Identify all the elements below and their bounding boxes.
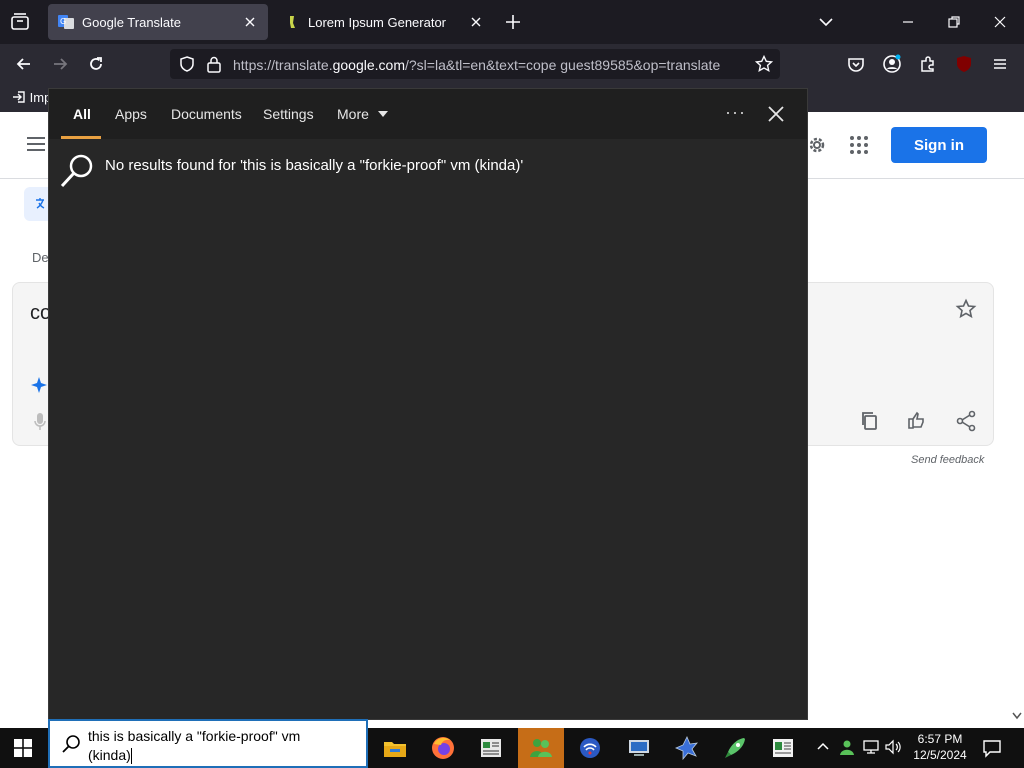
tab-more-label: More — [337, 106, 369, 122]
search-icon — [60, 154, 93, 188]
search-query-text: this is basically a "forkie-proof" vm (k… — [88, 728, 301, 763]
taskbar-app-file-explorer[interactable] — [372, 728, 418, 768]
people-app-icon — [530, 739, 552, 757]
document-app-icon — [773, 739, 793, 757]
taskbar: this is basically a "forkie-proof" vm (k… — [0, 719, 1024, 768]
wifi-app-icon — [580, 738, 600, 758]
restore-icon[interactable] — [944, 12, 964, 32]
notification-center-icon[interactable] — [982, 738, 1002, 758]
no-results-message: No results found for 'this is basically … — [105, 157, 524, 174]
taskbar-app-firefox[interactable] — [420, 728, 466, 768]
url-text[interactable]: https://translate.google.com/?sl=la&tl=e… — [233, 57, 720, 73]
minimize-icon[interactable] — [898, 12, 918, 32]
tab-documents[interactable]: Documents — [171, 106, 242, 122]
search-filter-tabs: All Apps Documents Settings More ··· — [49, 89, 807, 139]
taskbar-clock[interactable]: 6:57 PM 12/5/2024 — [906, 731, 974, 763]
taskbar-app-rocket[interactable] — [712, 728, 758, 768]
back-arrow-icon[interactable] — [14, 54, 34, 74]
bookmark-import[interactable]: Imp — [12, 90, 51, 105]
taskbar-search-input[interactable]: this is basically a "forkie-proof" vm (k… — [88, 727, 338, 765]
language-tab-partial[interactable]: De — [32, 250, 49, 265]
network-icon[interactable] — [862, 738, 880, 756]
menu-icon[interactable] — [990, 54, 1010, 74]
browser-tab-bar: G Google Translate Lorem Ipsum Generator — [0, 0, 1024, 44]
tab-more[interactable]: More — [337, 106, 389, 122]
active-tab-indicator — [61, 136, 101, 139]
copy-icon[interactable] — [859, 410, 881, 432]
chevron-up-icon[interactable] — [814, 738, 832, 756]
share-icon[interactable] — [955, 410, 977, 432]
news-app-icon — [481, 739, 501, 757]
caret-down-icon — [377, 111, 388, 117]
tab-settings[interactable]: Settings — [263, 106, 314, 122]
google-translate-favicon: G — [58, 15, 74, 29]
pocket-icon[interactable] — [846, 54, 866, 74]
account-icon[interactable] — [882, 54, 902, 74]
tab-apps[interactable]: Apps — [115, 106, 147, 122]
lorem-ipsum-favicon — [290, 16, 295, 28]
search-icon — [62, 735, 80, 753]
svg-text:G: G — [60, 17, 66, 26]
sign-in-button[interactable]: Sign in — [891, 127, 987, 163]
tab-list-icon[interactable] — [8, 10, 32, 34]
taskbar-app-wifi[interactable] — [567, 728, 613, 768]
shield-icon[interactable] — [178, 55, 196, 73]
search-flyout: All Apps Documents Settings More ··· No … — [48, 88, 808, 720]
hamburger-menu-icon[interactable] — [26, 136, 46, 152]
sparkle-icon — [31, 377, 47, 393]
close-icon[interactable] — [468, 14, 484, 30]
tab-all[interactable]: All — [73, 106, 91, 122]
file-explorer-icon — [384, 742, 406, 757]
star-icon[interactable] — [955, 298, 977, 320]
tab-lorem-ipsum[interactable]: Lorem Ipsum Generator — [274, 4, 494, 40]
gear-icon[interactable] — [806, 134, 828, 156]
bookmark-star-icon[interactable] — [754, 54, 774, 74]
close-icon[interactable] — [242, 14, 258, 30]
taskbar-app-people[interactable] — [518, 728, 564, 768]
taskbar-app-news[interactable] — [468, 728, 514, 768]
volume-icon[interactable] — [884, 738, 902, 756]
taskbar-app-network[interactable] — [664, 728, 710, 768]
people-tray-icon[interactable] — [838, 738, 856, 756]
tab-title: Google Translate — [82, 14, 182, 30]
clock-date: 12/5/2024 — [913, 748, 967, 762]
windows-start-icon[interactable] — [14, 739, 32, 757]
text-caret — [130, 748, 132, 765]
apps-grid-icon[interactable] — [848, 134, 870, 156]
taskbar-app-document[interactable] — [760, 728, 806, 768]
lock-icon[interactable] — [206, 55, 222, 73]
monitor-app-icon — [629, 740, 649, 756]
more-options-icon[interactable]: ··· — [725, 102, 746, 123]
tab-title: Lorem Ipsum Generator — [308, 14, 447, 30]
extensions-icon[interactable] — [918, 54, 938, 74]
firefox-icon — [432, 737, 454, 759]
send-feedback-link[interactable]: Send feedback — [911, 454, 984, 466]
network-app-icon — [674, 736, 698, 761]
clock-time: 6:57 PM — [917, 732, 963, 746]
taskbar-search-box[interactable]: this is basically a "forkie-proof" vm (k… — [48, 719, 368, 768]
url-bar[interactable]: https://translate.google.com/?sl=la&tl=e… — [170, 49, 780, 79]
rocket-app-icon — [725, 738, 745, 758]
window-close-icon[interactable] — [990, 12, 1010, 32]
new-tab-icon[interactable] — [503, 12, 523, 32]
tab-google-translate[interactable]: G Google Translate — [48, 4, 268, 40]
rate-translation-icon[interactable] — [907, 410, 929, 432]
browser-nav-bar: https://translate.google.com/?sl=la&tl=e… — [0, 44, 1024, 106]
ublock-icon[interactable] — [954, 54, 974, 74]
close-icon[interactable] — [765, 103, 787, 125]
reload-icon[interactable] — [86, 54, 106, 74]
scroll-down-icon[interactable] — [1012, 712, 1022, 720]
chevron-down-icon[interactable] — [816, 12, 836, 32]
microphone-icon[interactable] — [33, 412, 47, 432]
taskbar-app-monitor[interactable] — [616, 728, 662, 768]
import-icon — [13, 91, 25, 103]
forward-arrow-icon[interactable] — [50, 54, 70, 74]
